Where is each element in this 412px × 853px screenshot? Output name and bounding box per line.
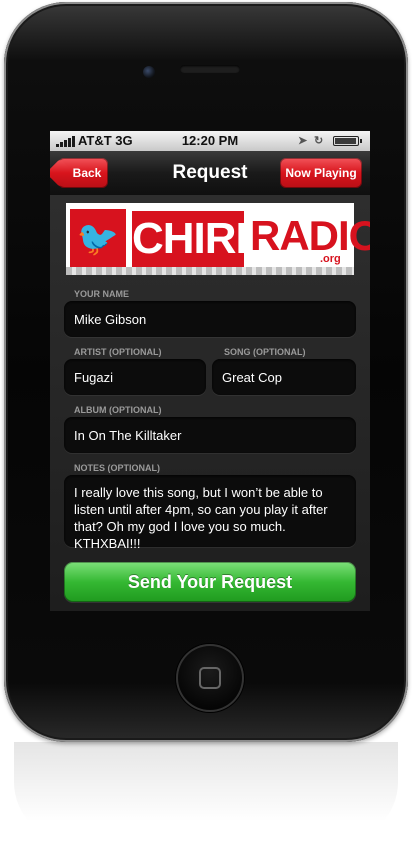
chirp-radio-logo: 🐦 CHIRP RADIO .org bbox=[66, 203, 370, 275]
battery-icon bbox=[333, 136, 362, 146]
home-button[interactable] bbox=[176, 644, 244, 712]
album-field[interactable]: In On The Killtaker bbox=[64, 417, 356, 453]
notes-label: NOTES (OPTIONAL) bbox=[74, 463, 160, 473]
status-bar: AT&T 3G 12:20 PM ➤ ↻ bbox=[50, 131, 370, 151]
navigation-bar: Back Request Now Playing bbox=[50, 151, 370, 195]
song-label: SONG (OPTIONAL) bbox=[224, 347, 306, 357]
app-screen: AT&T 3G 12:20 PM ➤ ↻ Back Request Now Pl… bbox=[50, 131, 370, 611]
crow-icon: 🐦 bbox=[70, 209, 126, 269]
artist-field[interactable]: Fugazi bbox=[64, 359, 206, 395]
album-label: ALBUM (OPTIONAL) bbox=[74, 405, 162, 415]
city-skyline bbox=[66, 267, 354, 275]
now-playing-label: Now Playing bbox=[285, 166, 357, 180]
front-camera-icon bbox=[143, 66, 155, 78]
logo-org-text: .org bbox=[320, 253, 341, 265]
home-square-icon bbox=[199, 667, 221, 689]
logo-chirp-text: CHIRP bbox=[132, 211, 265, 267]
artist-label: ARTIST (OPTIONAL) bbox=[74, 347, 162, 357]
send-request-button[interactable]: Send Your Request bbox=[64, 562, 356, 602]
phone-reflection bbox=[14, 742, 398, 842]
song-field[interactable]: Great Cop bbox=[212, 359, 356, 395]
earpiece-speaker bbox=[180, 65, 240, 73]
name-label: YOUR NAME bbox=[74, 289, 130, 299]
now-playing-button[interactable]: Now Playing bbox=[280, 158, 362, 188]
notes-field[interactable]: I really love this song, but I won’t be … bbox=[64, 475, 356, 551]
send-request-label: Send Your Request bbox=[127, 571, 293, 592]
request-form: 🐦 CHIRP RADIO .org YOUR NAME Mike Gibson… bbox=[50, 195, 370, 611]
location-arrow-icon: ➤ bbox=[298, 135, 308, 147]
iphone-frame: AT&T 3G 12:20 PM ➤ ↻ Back Request Now Pl… bbox=[4, 2, 408, 742]
name-field[interactable]: Mike Gibson bbox=[64, 301, 356, 337]
rotation-lock-icon: ↻ bbox=[314, 135, 324, 147]
